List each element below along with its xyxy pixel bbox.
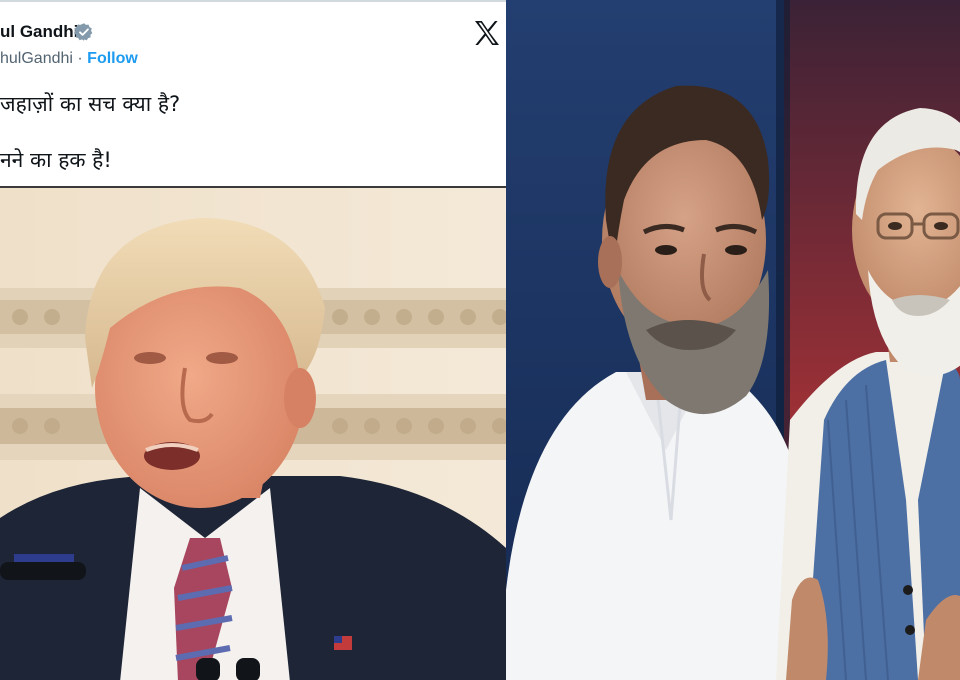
handle[interactable]: hulGandhi <box>0 50 73 67</box>
handle-row: hulGandhi · Follow <box>0 50 138 68</box>
tweet-video-still[interactable] <box>0 186 506 680</box>
x-logo-icon[interactable] <box>472 18 502 48</box>
tweet-text-line-1: जहाज़ों का सच क्या है? <box>0 92 181 116</box>
tweet-embed: ul Gandhi hulGandhi · Follow जहाज़ों का … <box>0 0 506 680</box>
tweet-header: ul Gandhi hulGandhi · Follow जहाज़ों का … <box>0 0 506 186</box>
photo-collage <box>506 0 960 680</box>
display-name[interactable]: ul Gandhi <box>0 22 78 42</box>
verified-badge-icon <box>74 23 93 41</box>
tweet-text-line-2: नने का हक है! <box>0 148 112 172</box>
video-still-illustration <box>0 188 506 680</box>
separator: · <box>72 50 88 67</box>
two-portraits-illustration <box>506 0 960 680</box>
follow-button[interactable]: Follow <box>87 50 138 67</box>
